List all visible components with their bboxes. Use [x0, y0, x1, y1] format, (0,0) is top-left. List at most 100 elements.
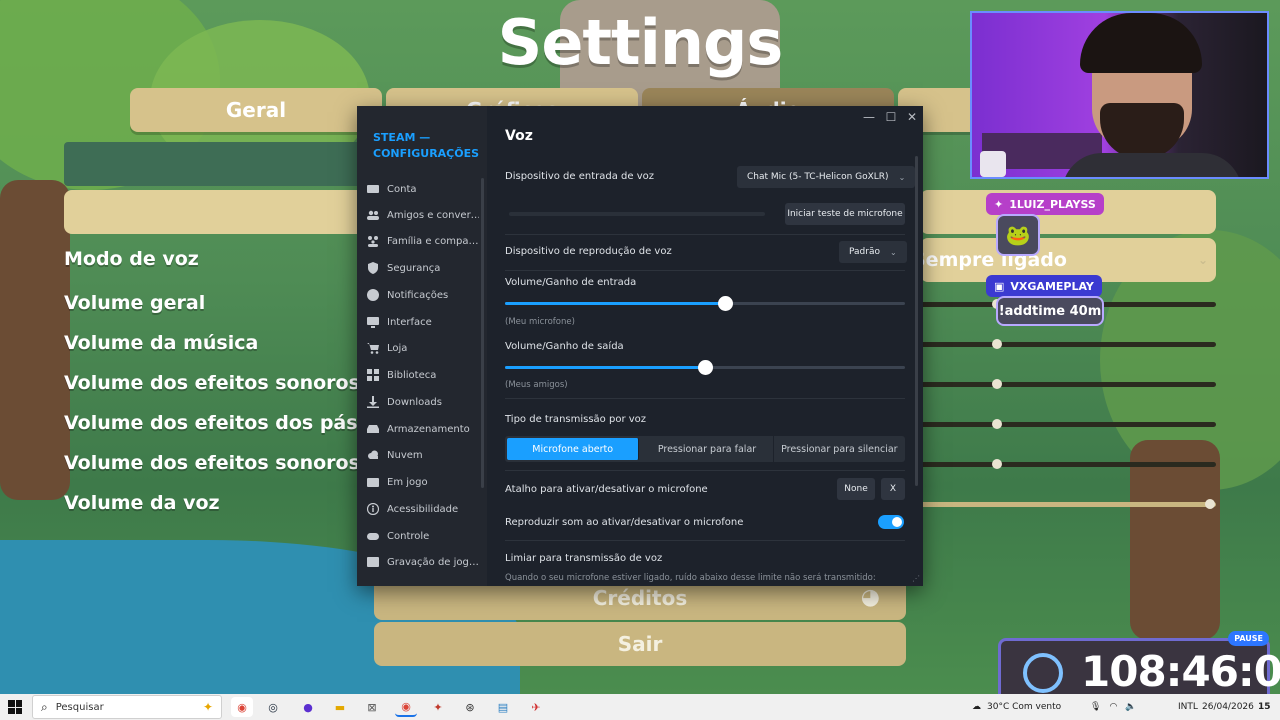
chrome-icon[interactable]: ◉ [231, 697, 253, 717]
friends-icon [365, 208, 381, 222]
sidebar-item-security[interactable]: Segurança [365, 255, 479, 281]
chat-username: ✦ 1LUIZ_PLAYSS [986, 193, 1104, 215]
output-volume-slider[interactable] [505, 360, 905, 375]
sidebar-scrollbar[interactable] [481, 178, 484, 488]
slider-fill [505, 302, 725, 305]
streamer-hair [1080, 13, 1202, 73]
sidebar-item-friends[interactable]: Amigos e conver… [365, 202, 479, 228]
output-device-dropdown[interactable]: Padrão ⌄ [839, 241, 907, 263]
sidebar-item-label: Biblioteca [387, 369, 437, 381]
section-title: Voz [505, 128, 533, 144]
clock-date[interactable]: 26/04/2026 [1202, 694, 1254, 720]
input-volume-hint: (Meu microfone) [505, 317, 575, 327]
slider-knob[interactable] [991, 379, 1002, 389]
transmission-option-push-to-mute[interactable]: Pressionar para silenciar [774, 436, 905, 462]
slider-knob[interactable] [991, 339, 1002, 349]
obs-icon[interactable]: ● [297, 697, 319, 717]
mic-icon: 🎙 [1090, 702, 1102, 712]
tray-icons[interactable]: 🎙 ◠ 🔈 [1090, 694, 1145, 720]
divider [505, 270, 905, 271]
volume-slider[interactable] [920, 419, 1216, 429]
steam-settings-window: STEAM — CONFIGURAÇÕES Conta Amigos e con… [357, 106, 923, 586]
pause-badge: PAUSE [1228, 631, 1269, 646]
search-icon: ⌕ [41, 699, 48, 714]
folder-icon[interactable]: ▬ [329, 697, 351, 717]
weather-widget[interactable]: ☁ 30°C Com vento [972, 694, 1061, 720]
slider-knob[interactable] [991, 459, 1002, 469]
option-label: Volume da voz [64, 492, 220, 514]
badge-icon: ▣ [994, 279, 1005, 293]
ingame-icon [365, 475, 381, 489]
sidebar-item-interface[interactable]: Interface [365, 309, 479, 335]
slider-thumb[interactable] [698, 360, 713, 375]
input-volume-slider[interactable] [505, 296, 905, 311]
resize-grip-icon[interactable]: ⋰ [912, 574, 920, 583]
notification-count[interactable]: 15 [1258, 694, 1271, 720]
sidebar-item-downloads[interactable]: Downloads [365, 389, 479, 415]
sidebar-item-label: Downloads [387, 396, 442, 408]
panel-scrollbar[interactable] [915, 156, 918, 486]
family-icon [365, 234, 381, 248]
sidebar-item-store[interactable]: Loja [365, 335, 479, 361]
volume-slider[interactable] [920, 499, 1216, 509]
sidebar-item-cloud[interactable]: Nuvem [365, 442, 479, 468]
input-volume-label: Volume/Ganho de entrada [505, 277, 637, 288]
windows-start-icon[interactable] [8, 700, 22, 714]
sidebar-item-recording[interactable]: Gravação de jog… [365, 549, 479, 575]
sidebar-item-ingame[interactable]: Em jogo [365, 469, 479, 495]
tree-trunk [1130, 440, 1220, 640]
divider [505, 234, 905, 235]
weather-text: 30°C Com vento [987, 702, 1062, 712]
mic-test-button[interactable]: Iniciar teste de microfone [785, 203, 905, 225]
chrome-window-icon[interactable]: ◉ [395, 697, 417, 717]
controller-icon [365, 529, 381, 543]
streamer-beard [1100, 103, 1184, 159]
chevron-down-icon: ⌄ [1197, 253, 1208, 267]
slider-knob[interactable] [991, 419, 1002, 429]
fishing-game-icon[interactable]: ✈ [525, 697, 547, 717]
shortcut-value-button[interactable]: None [837, 478, 875, 500]
transmission-label: Tipo de transmissão por voz [505, 414, 647, 425]
game-icon[interactable]: ✦ [427, 697, 449, 717]
sidebar-item-label: Loja [387, 342, 408, 354]
transmission-option-push-to-talk[interactable]: Pressionar para falar [641, 436, 774, 462]
minimize-icon[interactable]: — [860, 110, 878, 124]
option-label: Volume da música [64, 332, 259, 354]
cloud-icon [365, 448, 381, 462]
divider [505, 470, 905, 471]
close-icon[interactable]: ✕ [903, 110, 921, 124]
sidebar-item-library[interactable]: Biblioteca [365, 362, 479, 388]
transmission-option-open-mic[interactable]: Microfone aberto [507, 438, 640, 460]
steam-sidebar: STEAM — CONFIGURAÇÕES Conta Amigos e con… [357, 106, 487, 586]
maximize-icon[interactable]: ☐ [882, 110, 900, 124]
shortcut-clear-button[interactable]: X [881, 478, 905, 500]
sidebar-item-family[interactable]: Família e compa… [365, 228, 479, 254]
sound-toggle[interactable] [878, 515, 904, 529]
xbox-icon[interactable]: ⊠ [361, 697, 383, 717]
chevron-down-icon: ⌄ [898, 172, 906, 182]
notepad-icon[interactable]: ▤ [492, 697, 514, 717]
sidebar-item-controller[interactable]: Controle [365, 523, 479, 549]
steam-icon[interactable]: ◎ [262, 697, 284, 717]
sidebar-item-label: Conta [387, 183, 417, 195]
volume-slider[interactable] [920, 379, 1216, 389]
language-indicator[interactable]: INTL [1178, 694, 1198, 720]
sidebar-item-accessibility[interactable]: Acessibilidade [365, 496, 479, 522]
dropdown-left[interactable] [64, 190, 364, 234]
taskbar-search[interactable]: ⌕ Pesquisar ✦ [32, 695, 222, 719]
tree-trunk [0, 180, 70, 500]
tab-general[interactable]: Geral [130, 88, 382, 132]
app-icon[interactable]: ⊛ [459, 697, 481, 717]
cart-icon [365, 341, 381, 355]
sidebar-item-account[interactable]: Conta [365, 176, 479, 202]
quit-button[interactable]: Sair [374, 622, 906, 666]
sidebar-item-label: Em jogo [387, 476, 428, 488]
sidebar-item-notifications[interactable]: Notificações [365, 282, 479, 308]
sidebar-item-storage[interactable]: Armazenamento [365, 416, 479, 442]
sidebar-item-label: Acessibilidade [387, 503, 459, 515]
input-device-dropdown[interactable]: Chat Mic (5- TC-Helicon GoXLR) ⌄ [737, 166, 916, 188]
volume-slider[interactable] [920, 339, 1216, 349]
volume-slider[interactable] [920, 459, 1216, 469]
slider-thumb[interactable] [718, 296, 733, 311]
sidebar-item-label: Amigos e conver… [387, 209, 479, 221]
